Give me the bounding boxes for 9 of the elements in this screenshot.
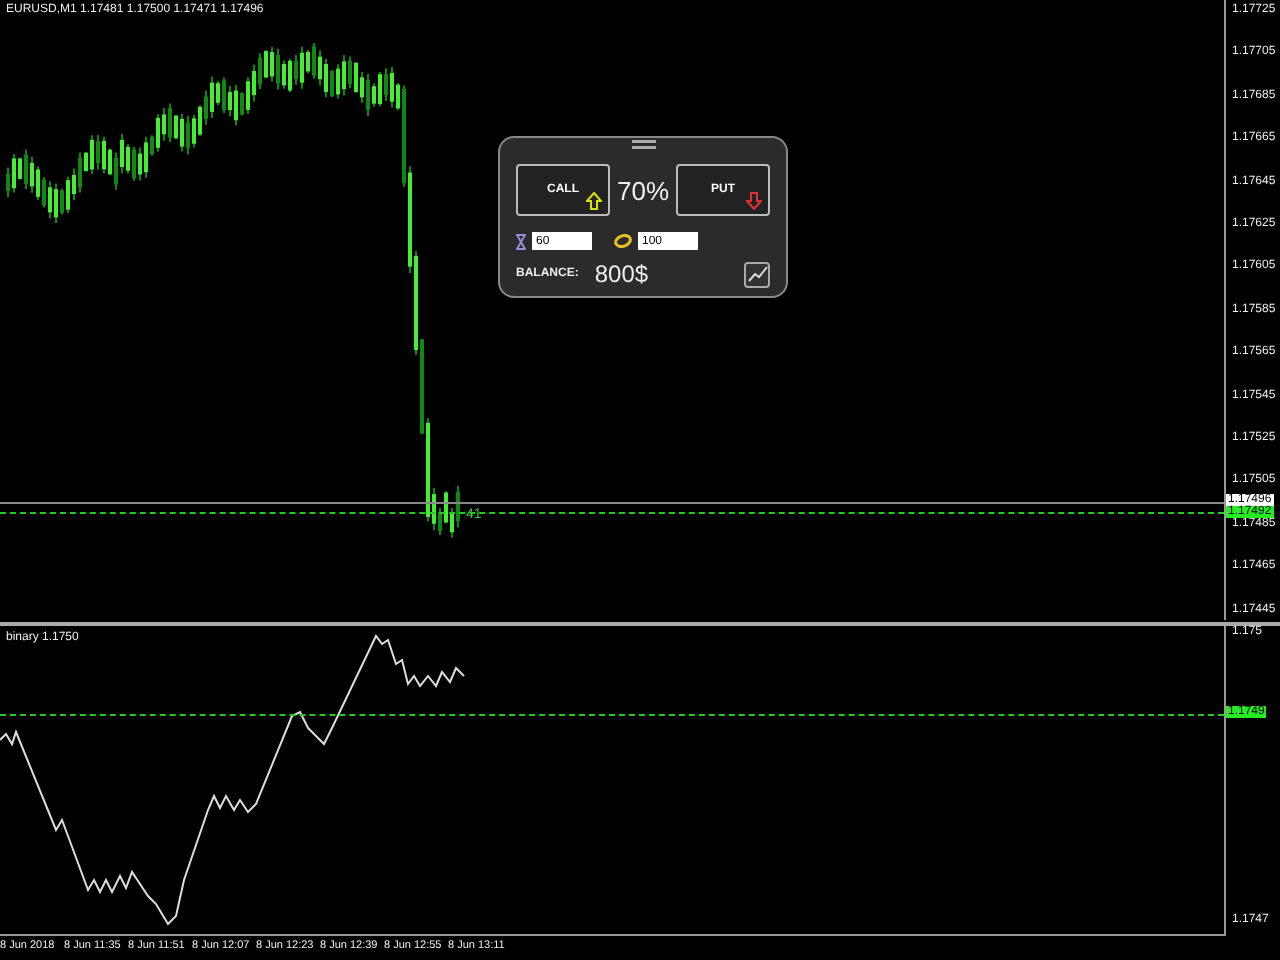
hourglass-icon: [516, 233, 526, 249]
down-arrow-icon: [746, 192, 762, 210]
up-arrow-icon: [586, 192, 602, 210]
chart-toggle-button[interactable]: [744, 261, 770, 287]
drag-handle-icon[interactable]: [631, 140, 655, 152]
payout-percent: 70%: [616, 175, 670, 205]
coin-icon: [614, 234, 632, 248]
balance-value: 800$: [594, 260, 649, 288]
line-chart-icon: [747, 266, 767, 282]
